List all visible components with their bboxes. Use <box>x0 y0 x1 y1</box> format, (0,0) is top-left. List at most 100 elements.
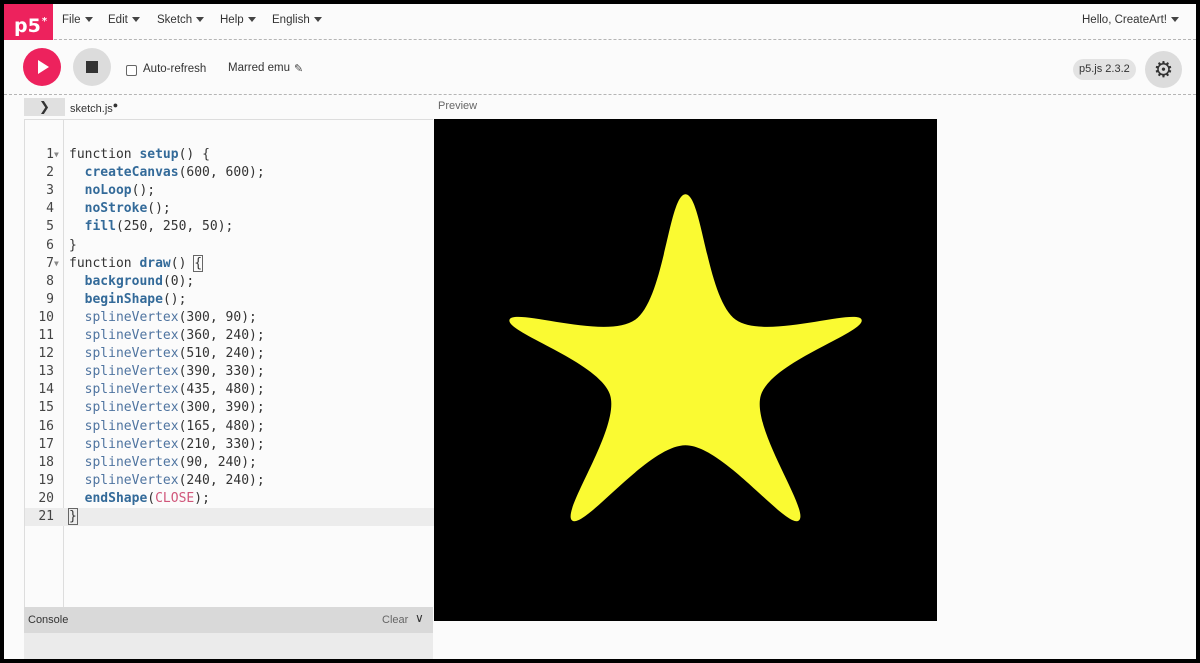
stop-button[interactable] <box>73 48 111 86</box>
code-editor[interactable]: 1 ▼ function setup() {2 createCanvas(600, … <box>24 119 434 608</box>
line-number: 10 <box>38 309 54 325</box>
file-tab-label: sketch.js <box>70 103 113 115</box>
line-number: 8 <box>46 273 54 289</box>
console-label: Console <box>28 614 69 626</box>
line-number: 11 <box>38 328 54 343</box>
caret-down-icon <box>313 17 322 22</box>
code-text: } <box>69 237 77 253</box>
preview-label: Preview <box>438 100 478 112</box>
menu-file[interactable]: File <box>62 4 93 40</box>
code-line[interactable]: 17 splineVertex(210, 330); <box>25 436 434 454</box>
user-greeting: Hello, CreateArt! <box>1082 14 1168 26</box>
menu-help-label: Help <box>220 14 244 26</box>
pencil-icon[interactable]: ✎ <box>294 62 303 75</box>
stop-icon <box>86 61 98 73</box>
code-line[interactable]: 21} <box>25 508 434 526</box>
code-text: background(0); <box>84 273 195 289</box>
line-number: 15 <box>38 400 54 416</box>
code-text: splineVertex(360, 240); <box>84 328 265 343</box>
menu-file-label: File <box>62 14 81 26</box>
console-clear-button[interactable]: Clear <box>382 614 408 626</box>
editor-header: ❯ sketch.js● <box>24 95 432 119</box>
code-text: splineVertex(390, 330); <box>84 364 265 380</box>
menu-edit-label: Edit <box>108 14 128 26</box>
sidebar-toggle-button[interactable]: ❯ <box>24 98 65 116</box>
settings-button[interactable]: ⚙ <box>1145 51 1182 88</box>
line-number: 17 <box>38 436 54 452</box>
code-line[interactable]: 14 splineVertex(435, 480); <box>25 381 434 399</box>
code-line[interactable]: 20 endShape(CLOSE); <box>25 490 434 508</box>
version-badge[interactable]: p5.js 2.3.2 <box>1073 59 1136 80</box>
code-line[interactable]: 2 createCanvas(600, 600); <box>25 164 434 182</box>
chevron-right-icon: ❯ <box>39 99 50 114</box>
code-line[interactable]: 9 beginShape(); <box>25 291 434 309</box>
menu-language-label: English <box>272 14 310 26</box>
fold-arrow-icon[interactable]: ▼ <box>54 146 59 164</box>
code-line[interactable]: 4 noStroke(); <box>25 200 434 218</box>
auto-refresh-checkbox[interactable] <box>126 65 137 76</box>
code-text: splineVertex(510, 240); <box>84 346 265 362</box>
code-line[interactable]: 10 splineVertex(300, 90); <box>25 309 434 327</box>
fold-arrow-icon[interactable]: ▼ <box>54 255 59 273</box>
app-window: p5* File Edit Sketch Help English Hello,… <box>4 4 1196 659</box>
auto-refresh-label[interactable]: Auto-refresh <box>143 63 206 75</box>
preview-canvas[interactable] <box>434 119 937 621</box>
sketch-output <box>434 119 937 621</box>
line-number: 18 <box>38 454 54 470</box>
user-menu[interactable]: Hello, CreateArt! <box>1082 4 1180 40</box>
line-number: 9 <box>46 291 54 307</box>
code-text: function draw() { <box>69 254 204 272</box>
code-text: endShape(CLOSE); <box>84 490 210 506</box>
code-line[interactable]: 3 noLoop(); <box>25 182 434 200</box>
line-number: 13 <box>38 364 54 380</box>
code-text: splineVertex(240, 240); <box>84 472 265 488</box>
code-line[interactable]: 16 splineVertex(165, 480); <box>25 418 434 436</box>
caret-down-icon <box>196 17 205 22</box>
line-number: 3 <box>46 183 54 199</box>
logo-asterisk: * <box>41 16 48 27</box>
code-text: fill(250, 250, 50); <box>84 219 234 235</box>
code-line[interactable]: 8 background(0); <box>25 273 434 291</box>
code-line[interactable]: 12 splineVertex(510, 240); <box>25 345 434 363</box>
code-line[interactable]: 7 ▼ function draw() { <box>25 254 434 273</box>
menu-sketch[interactable]: Sketch <box>157 4 205 40</box>
caret-down-icon <box>84 17 93 22</box>
chevron-down-icon[interactable]: ∨ <box>415 611 424 625</box>
console-header: Console Clear ∨ <box>24 607 433 633</box>
code-line[interactable]: 6} <box>25 237 434 255</box>
code-line[interactable]: 11 splineVertex(360, 240); <box>25 327 434 345</box>
line-number: 5 <box>46 219 54 235</box>
p5-logo[interactable]: p5* <box>4 4 53 40</box>
code-line[interactable]: 13 splineVertex(390, 330); <box>25 363 434 381</box>
line-number: 16 <box>38 418 54 434</box>
caret-down-icon <box>131 17 140 22</box>
file-tab[interactable]: sketch.js● <box>70 100 118 115</box>
sketch-name[interactable]: Marred emu <box>228 62 290 74</box>
line-number: 2 <box>46 165 54 181</box>
line-number: 6 <box>46 237 54 253</box>
menu-help[interactable]: Help <box>220 4 256 40</box>
line-number: 7 <box>46 255 54 271</box>
code-text: splineVertex(210, 330); <box>84 436 265 452</box>
unsaved-indicator: ● <box>112 100 119 110</box>
code-text: noLoop(); <box>84 183 156 199</box>
code-text: splineVertex(300, 90); <box>84 309 257 325</box>
line-number: 20 <box>38 490 54 506</box>
code-line[interactable]: 18 splineVertex(90, 240); <box>25 454 434 472</box>
code-line[interactable]: 1 ▼ function setup() { <box>25 146 434 164</box>
play-button[interactable] <box>23 48 61 86</box>
menu-language[interactable]: English <box>272 4 322 40</box>
line-number: 1 <box>46 147 54 162</box>
gear-icon: ⚙ <box>1153 57 1174 82</box>
line-number: 14 <box>38 382 54 398</box>
code-text: splineVertex(165, 480); <box>84 418 265 434</box>
line-number: 21 <box>38 509 54 524</box>
code-text: splineVertex(435, 480); <box>84 382 265 398</box>
code-text: function setup() { <box>69 147 210 162</box>
code-line[interactable]: 15 splineVertex(300, 390); <box>25 399 434 417</box>
code-line[interactable]: 19 splineVertex(240, 240); <box>25 472 434 490</box>
line-number: 19 <box>38 472 54 488</box>
menu-edit[interactable]: Edit <box>108 4 140 40</box>
code-line[interactable]: 5 fill(250, 250, 50); <box>25 218 434 236</box>
code-text: createCanvas(600, 600); <box>84 165 265 181</box>
